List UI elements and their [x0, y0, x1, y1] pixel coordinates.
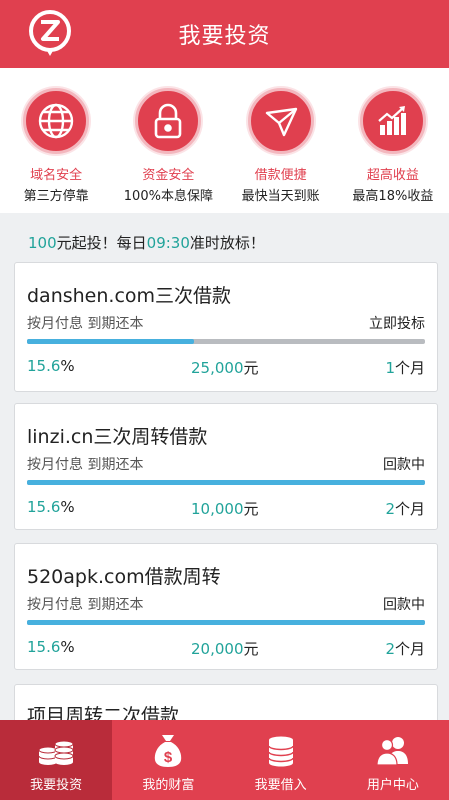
loan-amount: 20,000元 — [191, 640, 259, 658]
progress-bar — [27, 339, 425, 344]
tab-wealth[interactable]: $ 我的财富 — [112, 720, 224, 800]
tab-label: 用户中心 — [366, 778, 419, 793]
bottom-tab-bar: 我要投资 $ 我的财富 我要借入 用户中心 — [0, 720, 449, 800]
feature-desc: 100%本息保障 — [123, 189, 213, 204]
tab-borrow[interactable]: 我要借入 — [225, 720, 337, 800]
progress-fill — [27, 480, 425, 485]
loan-amount: 25,000元 — [191, 359, 259, 377]
globe-icon — [23, 88, 90, 154]
feature-fund-security: 资金安全 100%本息保障 — [113, 88, 223, 213]
money-bag-icon: $ — [155, 735, 182, 767]
loan-term: 1个月 — [385, 359, 425, 377]
loan-terms: 按月付息 到期还本 — [27, 597, 144, 613]
feature-desc: 最快当天到账 — [241, 189, 320, 204]
tab-label: 我要投资 — [30, 778, 83, 793]
feature-name: 资金安全 — [142, 168, 195, 183]
loan-name: danshen.com三次借款 — [27, 285, 232, 307]
feature-name: 超高收益 — [366, 168, 419, 183]
tab-label: 我要借入 — [254, 778, 307, 793]
invest-now-button[interactable]: 立即投标 — [369, 313, 425, 333]
feature-loan-convenience: 借款便捷 最快当天到账 — [226, 88, 336, 213]
feature-high-yield: 超高收益 最高18%收益 — [338, 88, 448, 213]
progress-fill — [27, 620, 425, 625]
loan-status: 回款中 — [383, 597, 425, 613]
loan-status: 回款中 — [383, 457, 425, 473]
paper-plane-icon — [247, 88, 314, 154]
progress-bar — [27, 620, 425, 625]
coin-stack-icon — [267, 736, 294, 767]
lock-icon — [135, 88, 202, 154]
notice-text-2: 准时放标！ — [189, 234, 265, 252]
coins-stack-icon — [38, 740, 74, 765]
z-logo-icon[interactable] — [26, 9, 74, 57]
page-title: 我要投资 — [178, 24, 271, 49]
progress-bar — [27, 480, 425, 485]
feature-name: 域名安全 — [30, 168, 83, 183]
feature-row: 域名安全 第三方停靠 资金安全 100%本息保障 借款便捷 最快当天到账 超高收… — [0, 68, 449, 213]
loan-terms: 按月付息 到期还本 — [27, 316, 144, 332]
loan-amount: 10,000元 — [191, 500, 259, 518]
svg-text:$: $ — [164, 749, 173, 766]
loan-term: 2个月 — [385, 500, 425, 518]
tab-label: 我的财富 — [142, 778, 195, 793]
tab-user-center[interactable]: 用户中心 — [337, 720, 449, 800]
loan-card[interactable]: linzi.cn三次周转借款 按月付息 到期还本 回款中 15.6% 10,00… — [14, 403, 438, 530]
notice-time: 09:30 — [146, 234, 190, 252]
feature-desc: 第三方停靠 — [23, 189, 89, 204]
loan-rate: 15.6% — [27, 638, 75, 656]
loan-terms: 按月付息 到期还本 — [27, 457, 144, 473]
feature-desc: 最高18%收益 — [352, 189, 434, 204]
loan-rate: 15.6% — [27, 357, 75, 375]
loan-name: linzi.cn三次周转借款 — [27, 426, 208, 448]
loan-name: 520apk.com借款周转 — [27, 566, 221, 588]
bar-chart-icon — [359, 88, 426, 154]
tab-invest[interactable]: 我要投资 — [0, 720, 113, 800]
feature-domain-security: 域名安全 第三方停靠 — [1, 88, 111, 213]
loan-card[interactable]: 520apk.com借款周转 按月付息 到期还本 回款中 15.6% 20,00… — [14, 543, 438, 670]
progress-fill — [27, 339, 195, 344]
loan-card[interactable]: danshen.com三次借款 按月付息 到期还本 立即投标 15.6% 25,… — [14, 262, 438, 392]
app-header: 我要投资 — [0, 0, 449, 68]
users-icon — [376, 737, 408, 766]
notice-min-amount: 100 — [28, 234, 57, 252]
feature-name: 借款便捷 — [254, 168, 307, 183]
loan-rate: 15.6% — [27, 498, 75, 516]
notice-banner: 100元起投！每日09:30准时放标！ — [28, 232, 265, 253]
loan-term: 2个月 — [385, 640, 425, 658]
notice-text-1: 元起投！每日 — [56, 234, 147, 252]
